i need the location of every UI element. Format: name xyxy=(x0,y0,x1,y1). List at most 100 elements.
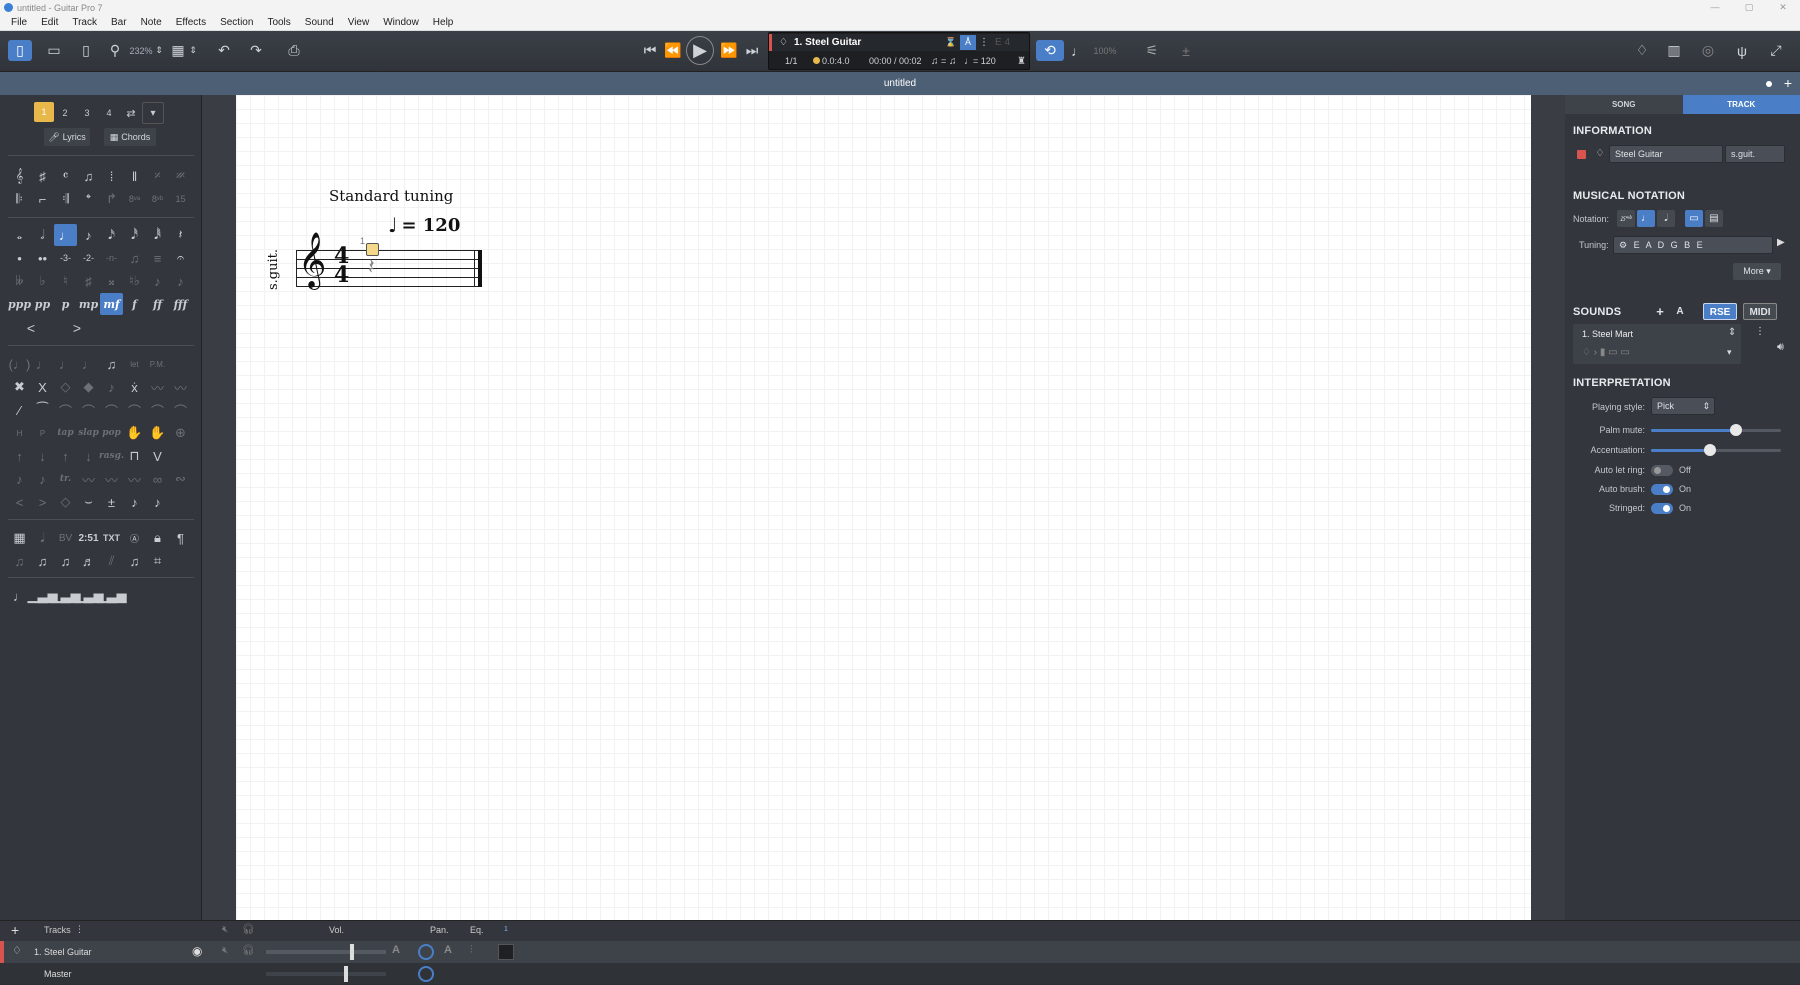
notation-drums-icon[interactable]: ▤ xyxy=(1705,210,1723,227)
master-row[interactable]: Master xyxy=(0,963,1800,985)
stringed-toggle[interactable] xyxy=(1651,503,1673,514)
menu-edit[interactable]: Edit xyxy=(34,15,65,31)
pull-text-icon[interactable]: P xyxy=(31,422,54,444)
enharmonic-icon[interactable]: ♮♭ xyxy=(123,270,146,292)
pilcrow-icon[interactable]: ¶ xyxy=(169,527,192,549)
mute-all-icon[interactable]: 🔇︎ xyxy=(222,924,228,935)
left-hand-tap-icon[interactable]: ✋ xyxy=(123,422,146,444)
slash-notation-icon[interactable]: ⫽ xyxy=(100,550,123,572)
master-volume-slider[interactable] xyxy=(266,972,386,976)
dynamic-ppp[interactable]: ppp xyxy=(8,293,31,315)
whammy-icon[interactable]: 〰 xyxy=(123,468,146,490)
lock-icon[interactable]: 🔒︎ xyxy=(146,527,169,549)
lcd-track-name[interactable]: 1. Steel Guitar xyxy=(794,37,861,48)
pop-icon[interactable]: pop xyxy=(100,422,123,444)
add-sound-button[interactable]: + xyxy=(1651,303,1669,320)
quarter-note-icon[interactable]: ♩ xyxy=(54,224,77,246)
eye-icon[interactable]: ◉ xyxy=(192,944,202,958)
free-time-icon[interactable]: 𝅘𝅥 xyxy=(31,527,54,549)
sixteenth-note-icon[interactable]: 𝅘𝅥𝅯 xyxy=(100,224,123,246)
lcd-triplet-feel-result-icon[interactable]: ♫ xyxy=(949,56,957,67)
lcd-triplet-feel-icon[interactable]: ♫ xyxy=(931,56,939,67)
downstroke-icon[interactable]: ⊓ xyxy=(123,445,146,467)
natural-icon[interactable]: ♮ xyxy=(54,270,77,292)
page-layout-icon[interactable]: ▦ xyxy=(170,40,186,61)
notation-standard-icon[interactable]: ♩ xyxy=(1637,210,1655,227)
rewind-icon[interactable]: ⏪ xyxy=(662,40,684,61)
let-ring-icon[interactable]: ♫ xyxy=(100,353,123,375)
zoom-stepper-icon[interactable]: ⇕ xyxy=(154,40,164,61)
new-tab-button[interactable]: + xyxy=(1784,72,1792,95)
bend-release-icon[interactable]: ⌒ xyxy=(169,399,192,421)
timeline-bar-marker[interactable]: 1 xyxy=(504,926,508,933)
instrument-icon[interactable]: ♢ xyxy=(1592,145,1608,163)
menu-bar-item[interactable]: Bar xyxy=(104,15,134,31)
palm-mute-text-icon[interactable]: P.M. xyxy=(146,353,169,375)
zoom-icon[interactable]: ⚲ xyxy=(108,40,122,61)
more-button[interactable]: More ▾ xyxy=(1733,263,1781,280)
artificial-harmonic-icon[interactable]: ◆ xyxy=(77,376,100,398)
lcd-tempo[interactable]: = 120 xyxy=(973,56,996,66)
play-icon[interactable]: ▶ xyxy=(686,36,714,65)
slide-icon[interactable]: ẋ xyxy=(123,376,146,398)
wide-vibrato-icon[interactable]: 〰 xyxy=(169,376,192,398)
pan-automation-icon[interactable]: A xyxy=(444,944,452,956)
notation-tab-icon[interactable]: 𝄹 xyxy=(1617,210,1635,227)
alternate-ending-icon[interactable]: ⌐ xyxy=(31,188,54,210)
lcd-more-icon[interactable]: ⋮ xyxy=(979,37,989,48)
half-note-icon[interactable]: 𝅗𝅥 xyxy=(31,224,54,246)
dynamic-p[interactable]: p xyxy=(54,293,77,315)
playing-style-select[interactable]: Pick⇕ xyxy=(1651,397,1715,415)
right-panel-toggle-icon[interactable]: ▯ xyxy=(74,40,98,61)
ottava-bassa-icon[interactable]: 8ᵛᵇ xyxy=(146,188,169,210)
menu-help[interactable]: Help xyxy=(426,15,461,31)
ottava-icon[interactable]: 8ᵛᵃ xyxy=(123,188,146,210)
keyboard-view-icon[interactable]: ▥ xyxy=(1662,40,1686,61)
staff[interactable]: 𝄞 4 4 1 𝄽 xyxy=(296,250,482,290)
instrument-short-name[interactable]: s.guit. xyxy=(266,249,281,290)
harmonic-icon[interactable]: ◇ xyxy=(54,376,77,398)
grace-icon[interactable]: ♪ xyxy=(8,468,31,490)
auto-brush-toggle[interactable] xyxy=(1651,484,1673,495)
eq-icon[interactable]: ⫶ xyxy=(470,944,473,957)
track-volume-slider[interactable] xyxy=(266,950,386,954)
fingering-right-icon[interactable]: ♪ xyxy=(146,491,169,513)
dynamic-mf[interactable]: mf xyxy=(100,293,123,315)
sixty-fourth-note-icon[interactable]: 𝅘𝅥𝅱 xyxy=(146,224,169,246)
thirty-second-note-icon[interactable]: 𝅘𝅥𝅰 xyxy=(123,224,146,246)
solo-all-icon[interactable]: 🎧︎ xyxy=(242,924,255,935)
voices-dropdown-icon[interactable]: ▾ xyxy=(142,102,164,124)
triplet-icon[interactable]: -3- xyxy=(54,247,77,269)
maximize-button[interactable]: ▢ xyxy=(1732,0,1766,15)
crescendo-icon[interactable]: < xyxy=(8,317,54,339)
tuning-text[interactable]: Standard tuning xyxy=(329,187,453,205)
fade-icon[interactable]: ⊕ xyxy=(169,422,192,444)
tremolo-bar-icon[interactable]: 〰 xyxy=(100,468,123,490)
treble-clef-icon[interactable]: 𝄞 xyxy=(298,236,326,284)
left-panel-toggle-icon[interactable]: ▯ xyxy=(8,40,32,61)
grace-on-beat-icon[interactable]: ♪ xyxy=(31,468,54,490)
rse-button[interactable]: RSE xyxy=(1703,303,1737,320)
bar-cell[interactable] xyxy=(498,944,514,960)
menu-view[interactable]: View xyxy=(341,15,377,31)
menu-section[interactable]: Section xyxy=(213,15,260,31)
dotted-icon[interactable]: • xyxy=(8,247,31,269)
tenuto-icon[interactable]: ± xyxy=(100,491,123,513)
time-signature[interactable]: 4 4 xyxy=(334,247,349,285)
track-color-button[interactable] xyxy=(1573,145,1589,163)
accentuation-knob[interactable] xyxy=(1704,444,1716,456)
close-button[interactable]: ✕ xyxy=(1766,0,1800,15)
document-tab[interactable]: untitled + xyxy=(0,72,1800,95)
track-row[interactable]: ♢ 1. Steel Guitar ◉ 🔇︎ 🎧︎ A A ⫶ xyxy=(0,941,1800,963)
accentuation-slider[interactable] xyxy=(1651,449,1781,452)
tab-song[interactable]: SONG xyxy=(1565,95,1683,114)
pan-knob[interactable] xyxy=(418,944,434,960)
voice-1-button[interactable]: 1 xyxy=(34,102,54,122)
voice-3-button[interactable]: 3 xyxy=(76,102,98,124)
guitar-view-icon[interactable]: ♢ xyxy=(1630,40,1654,61)
preset-stepper-icon[interactable]: ⇕ xyxy=(1728,327,1736,338)
timer-icon[interactable]: 2:51 xyxy=(77,527,100,549)
tremolo-icon[interactable]: ≡ xyxy=(146,247,169,269)
menu-tools[interactable]: Tools xyxy=(260,15,297,31)
track-name[interactable]: 1. Steel Guitar xyxy=(34,947,92,957)
